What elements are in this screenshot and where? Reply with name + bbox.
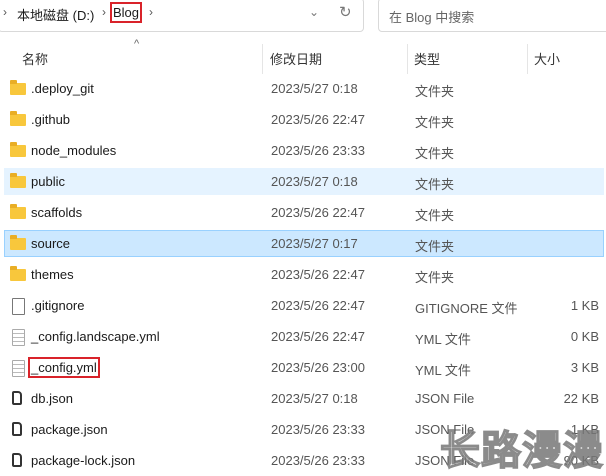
file-row[interactable]: public 2023/5/27 0:18 文件夹: [4, 168, 604, 195]
folder-icon: [10, 80, 26, 95]
file-name: source: [31, 236, 71, 251]
search-placeholder: 在 Blog 中搜索: [389, 10, 475, 25]
file-row[interactable]: themes 2023/5/26 22:47 文件夹: [4, 261, 604, 288]
file-name: .gitignore: [31, 298, 85, 313]
file-type: 文件夹: [415, 239, 455, 254]
file-size: 3 KB: [570, 360, 599, 375]
file-name: public: [31, 174, 65, 189]
file-date: 2023/5/27 0:18: [271, 174, 358, 189]
file-icon: [12, 298, 25, 315]
column-header: ^ 名称 修改日期 类型 大小: [0, 38, 606, 74]
file-type: 文件夹: [415, 146, 455, 161]
folder-icon: [10, 142, 26, 157]
file-row[interactable]: source 2023/5/27 0:17 文件夹: [4, 230, 604, 257]
file-name: _config.yml: [28, 357, 100, 378]
file-size: 22 KB: [563, 391, 599, 406]
file-date: 2023/5/26 23:33: [271, 453, 365, 468]
file-type: 文件夹: [415, 84, 455, 99]
file-name: package.json: [31, 422, 108, 437]
file-date: 2023/5/26 22:47: [271, 267, 365, 282]
file-date: 2023/5/27 0:18: [271, 81, 358, 96]
file-date: 2023/5/27 0:18: [271, 391, 358, 406]
breadcrumb-blog[interactable]: Blog: [109, 2, 143, 23]
file-type: 文件夹: [415, 208, 455, 223]
file-row[interactable]: .deploy_git 2023/5/27 0:18 文件夹: [4, 75, 604, 102]
file-row[interactable]: .gitignore 2023/5/26 22:47 GITIGNORE 文件 …: [4, 292, 604, 319]
file-date: 2023/5/26 23:00: [271, 360, 365, 375]
file-date: 2023/5/26 23:33: [271, 143, 365, 158]
file-size: 1 KB: [570, 298, 599, 313]
file-type: YML 文件: [415, 332, 471, 347]
column-size[interactable]: 大小: [534, 49, 560, 68]
file-row[interactable]: node_modules 2023/5/26 23:33 文件夹: [4, 137, 604, 164]
file-name: .github: [31, 112, 71, 127]
file-name: _config.landscape.yml: [31, 329, 160, 344]
json-file-icon: [12, 422, 22, 436]
file-date: 2023/5/26 22:47: [271, 205, 365, 220]
chevron-right-icon: ›: [149, 5, 153, 19]
sort-ascending-icon: ^: [134, 38, 140, 50]
folder-icon: [10, 173, 26, 188]
text-file-icon: [12, 360, 25, 377]
file-row[interactable]: _config.yml 2023/5/26 23:00 YML 文件 3 KB: [4, 354, 604, 381]
file-type: 文件夹: [415, 177, 455, 192]
file-row[interactable]: scaffolds 2023/5/26 22:47 文件夹: [4, 199, 604, 226]
address-bar[interactable]: › 本地磁盘 (D:) › Blog › ⌄ ↻: [0, 0, 364, 32]
file-size: 0 KB: [570, 329, 599, 344]
file-name: db.json: [31, 391, 73, 406]
column-type[interactable]: 类型: [414, 49, 440, 68]
search-input[interactable]: 在 Blog 中搜索: [378, 0, 606, 32]
file-date: 2023/5/26 23:33: [271, 422, 365, 437]
file-name: .deploy_git: [31, 81, 94, 96]
file-type: 文件夹: [415, 270, 455, 285]
json-file-icon: [12, 453, 22, 467]
file-date: 2023/5/26 22:47: [271, 112, 365, 127]
file-type: GITIGNORE 文件: [415, 301, 518, 316]
file-date: 2023/5/26 22:47: [271, 298, 365, 313]
chevron-right-icon: ›: [3, 5, 7, 19]
folder-icon: [10, 111, 26, 126]
file-name: node_modules: [31, 143, 117, 158]
folder-icon: [10, 204, 26, 219]
file-type: JSON File: [415, 391, 475, 406]
file-date: 2023/5/26 22:47: [271, 329, 365, 344]
breadcrumb-drive[interactable]: 本地磁盘 (D:): [17, 5, 94, 24]
column-date[interactable]: 修改日期: [270, 49, 322, 68]
folder-icon: [10, 266, 26, 281]
file-type: 文件夹: [415, 115, 455, 130]
chevron-down-icon[interactable]: ⌄: [309, 5, 319, 19]
column-name[interactable]: 名称: [22, 49, 48, 68]
refresh-icon[interactable]: ↻: [339, 3, 352, 21]
file-date: 2023/5/27 0:17: [271, 236, 358, 251]
watermark: 长路漫漫: [439, 428, 604, 474]
text-file-icon: [12, 329, 25, 346]
chevron-right-icon: ›: [102, 5, 106, 19]
file-name: themes: [31, 267, 74, 282]
file-row[interactable]: _config.landscape.yml 2023/5/26 22:47 YM…: [4, 323, 604, 350]
json-file-icon: [12, 391, 22, 405]
file-name: scaffolds: [31, 205, 83, 220]
file-row[interactable]: db.json 2023/5/27 0:18 JSON File 22 KB: [4, 385, 604, 412]
file-row[interactable]: .github 2023/5/26 22:47 文件夹: [4, 106, 604, 133]
folder-icon: [10, 235, 26, 250]
file-name: package-lock.json: [31, 453, 136, 468]
file-type: YML 文件: [415, 363, 471, 378]
